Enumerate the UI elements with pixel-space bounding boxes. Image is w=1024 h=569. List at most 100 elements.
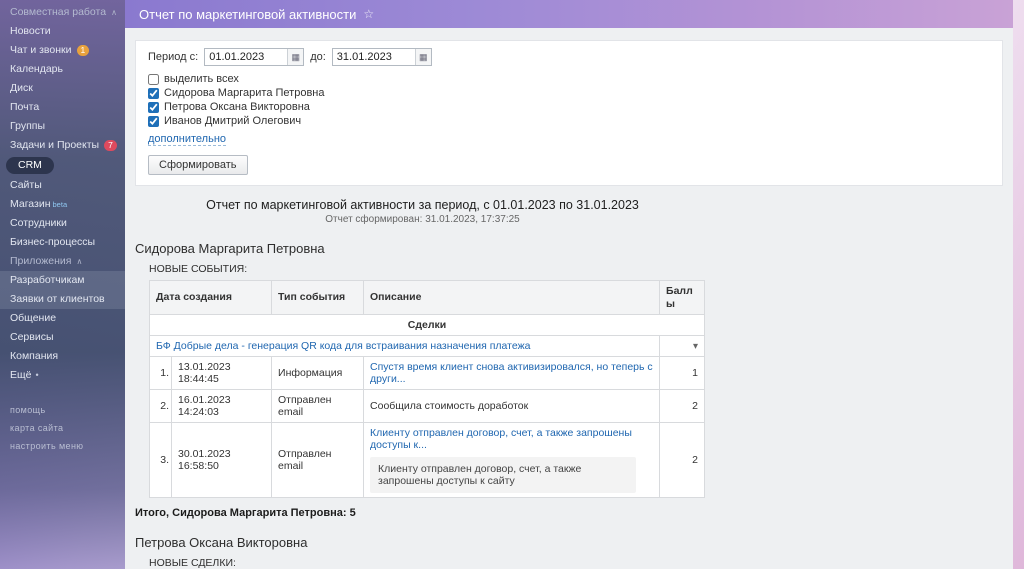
date-from-input[interactable] — [205, 49, 287, 65]
section-total: Итого, Сидорова Маргарита Петровна: 5 — [135, 507, 1003, 519]
points-cell: 2 — [660, 390, 705, 423]
checkbox-input-sidorova[interactable] — [148, 88, 159, 99]
sidebar-item-company[interactable]: Компания — [0, 347, 125, 366]
sidebar-item-crm[interactable]: CRM — [6, 157, 54, 174]
sidebar-footer-link-help[interactable]: помощь — [0, 401, 125, 419]
period-row: Период с: ▦ до: ▦ — [148, 48, 990, 66]
collapse-chevron-icon[interactable]: ▾ — [693, 341, 698, 352]
sidebar-item-label: Календарь — [10, 63, 63, 76]
event-description-link[interactable]: Спустя время клиент снова активизировалс… — [370, 361, 653, 385]
participants-checkbox-list: выделить всехСидорова Маргарита Петровна… — [148, 72, 990, 128]
sidebar-menu: Совместная работа ∧ Новости Чат и звонки1 Ка… — [0, 3, 125, 385]
sidebar-item-communication[interactable]: Общение — [0, 309, 125, 328]
sidebar-item-label: Совместная работа — [10, 6, 106, 19]
filter-checkbox-select-all[interactable]: выделить всех — [148, 72, 990, 86]
sidebar-item-news[interactable]: Новости — [0, 22, 125, 41]
chevron-up-icon: ∧ — [76, 255, 82, 268]
filter-checkbox-petrova[interactable]: Петрова Оксана Викторовна — [148, 100, 990, 114]
generate-report-button[interactable]: Сформировать — [148, 155, 248, 175]
sidebar-item-label: Задачи и Проекты — [10, 139, 99, 152]
content-area: Период с: ▦ до: ▦ выделить всехСидорова … — [125, 28, 1013, 569]
sidebar-item-label: Бизнес-процессы — [10, 236, 95, 249]
sidebar-item-suffix: beta — [53, 198, 68, 211]
row-number-cell: 3. — [150, 423, 172, 498]
sidebar-item-services[interactable]: Сервисы — [0, 328, 125, 347]
event-type-cell: Информация — [272, 357, 364, 390]
additional-options-link[interactable]: дополнительно — [148, 133, 226, 146]
points-cell: 1 — [660, 357, 705, 390]
sidebar-item-applications[interactable]: Приложения∧ — [0, 252, 125, 271]
points-cell: 2 — [660, 423, 705, 498]
event-row: 1.13.01.2023 18:44:45ИнформацияСпустя вр… — [150, 357, 705, 390]
deal-name-cell: БФ Добрые дела - генерация QR кода для в… — [150, 336, 660, 357]
checkbox-input-select-all[interactable] — [148, 74, 159, 85]
sidebar-item-label: Сервисы — [10, 331, 54, 344]
checkbox-label: Иванов Дмитрий Олегович — [164, 114, 301, 128]
events-table: Дата созданияТип событияОписаниеБаллыСде… — [149, 280, 705, 498]
sidebar-item-label: CRM — [18, 159, 42, 172]
section-subheading: НОВЫЕ СДЕЛКИ: — [149, 557, 1003, 569]
sidebar-item-developers[interactable]: Разработчикам — [0, 271, 125, 290]
report-generated-timestamp: Отчет сформирован: 31.01.2023, 17:37:25 — [135, 214, 710, 225]
sidebar-item-mail[interactable]: Почта — [0, 98, 125, 117]
date-to-input[interactable] — [333, 49, 415, 65]
sidebar-item-label: Новости — [10, 25, 51, 38]
filter-checkbox-sidorova[interactable]: Сидорова Маргарита Петровна — [148, 86, 990, 100]
sidebar-item-disk[interactable]: Диск — [0, 79, 125, 98]
sidebar-item-client-requests[interactable]: Заявки от клиентов — [0, 290, 125, 309]
row-number-cell: 1. — [150, 357, 172, 390]
chevron-up-icon: ∧ — [111, 6, 117, 19]
checkbox-input-petrova[interactable] — [148, 102, 159, 113]
sidebar-item-label: Чат и звонки — [10, 44, 72, 57]
event-quote-box: Клиенту отправлен договор, счет, а также… — [370, 457, 636, 493]
sidebar-item-label: Группы — [10, 120, 45, 133]
checkbox-input-ivanov[interactable] — [148, 116, 159, 127]
event-description-text: Сообщила стоимость доработок — [370, 400, 528, 412]
column-header: Дата создания — [150, 281, 272, 315]
notification-badge: 7 — [104, 140, 117, 151]
calendar-icon[interactable]: ▦ — [287, 49, 303, 65]
sidebar-item-collaboration[interactable]: Совместная работа ∧ — [0, 3, 125, 22]
sidebar-item-sites[interactable]: Сайты — [0, 176, 125, 195]
sidebar-item-label: Сайты — [10, 179, 42, 192]
event-description-cell: Спустя время клиент снова активизировалс… — [364, 357, 660, 390]
favorite-star-icon[interactable]: ☆ — [363, 7, 374, 21]
sidebar-item-chat-calls[interactable]: Чат и звонки1 — [0, 41, 125, 60]
calendar-icon[interactable]: ▦ — [415, 49, 431, 65]
sidebar-item-label: Сотрудники — [10, 217, 67, 230]
sidebar-item-employees[interactable]: Сотрудники — [0, 214, 125, 233]
section-heading: Петрова Оксана Викторовна — [135, 535, 1003, 550]
sidebar-item-label: Ещё — [10, 369, 31, 382]
sidebar-item-label: Почта — [10, 101, 39, 114]
sidebar-footer-link-sitemap[interactable]: карта сайта — [0, 419, 125, 437]
sidebar-item-label: Компания — [10, 350, 58, 363]
sidebar-item-store[interactable]: Магазинbeta — [0, 195, 125, 214]
column-header: Баллы — [660, 281, 705, 315]
checkbox-label: Петрова Оксана Викторовна — [164, 100, 310, 114]
report-title: Отчет по маркетинговой активности за пер… — [135, 198, 710, 212]
sidebar-item-groups[interactable]: Группы — [0, 117, 125, 136]
main-area: Отчет по маркетинговой активности ☆ Пери… — [125, 0, 1013, 569]
report-section: Сидорова Маргарита ПетровнаНОВЫЕ СОБЫТИЯ… — [135, 241, 1003, 519]
sidebar-item-calendar[interactable]: Календарь — [0, 60, 125, 79]
filter-checkbox-ivanov[interactable]: Иванов Дмитрий Олегович — [148, 114, 990, 128]
sidebar-item-tasks-projects[interactable]: Задачи и Проекты 7 — [0, 136, 125, 155]
sidebar-footer-link-configure-menu[interactable]: настроить меню — [0, 437, 125, 455]
sidebar-item-label: Общение — [10, 312, 56, 325]
event-row: 2.16.01.2023 14:24:03Отправлен emailСооб… — [150, 390, 705, 423]
date-from-field: ▦ — [204, 48, 304, 66]
sidebar-item-more[interactable]: Ещё• — [0, 366, 125, 385]
event-type-cell: Отправлен email — [272, 423, 364, 498]
page-title: Отчет по маркетинговой активности — [139, 7, 356, 22]
sidebar-item-label: Разработчикам — [10, 274, 85, 287]
event-description-link[interactable]: Клиенту отправлен договор, счет, а также… — [370, 427, 632, 451]
date-to-field: ▦ — [332, 48, 432, 66]
deal-link[interactable]: БФ Добрые дела - генерация QR кода для в… — [156, 340, 530, 352]
deal-group-header: Сделки — [150, 315, 705, 336]
report-sections: Сидорова Маргарита ПетровнаНОВЫЕ СОБЫТИЯ… — [135, 241, 1003, 569]
sidebar-item-business-processes[interactable]: Бизнес-процессы — [0, 233, 125, 252]
page-header: Отчет по маркетинговой активности ☆ — [125, 0, 1013, 28]
sidebar-item-label: Заявки от клиентов — [10, 293, 105, 306]
event-date-cell: 16.01.2023 14:24:03 — [172, 390, 272, 423]
period-label: Период с: — [148, 51, 198, 63]
